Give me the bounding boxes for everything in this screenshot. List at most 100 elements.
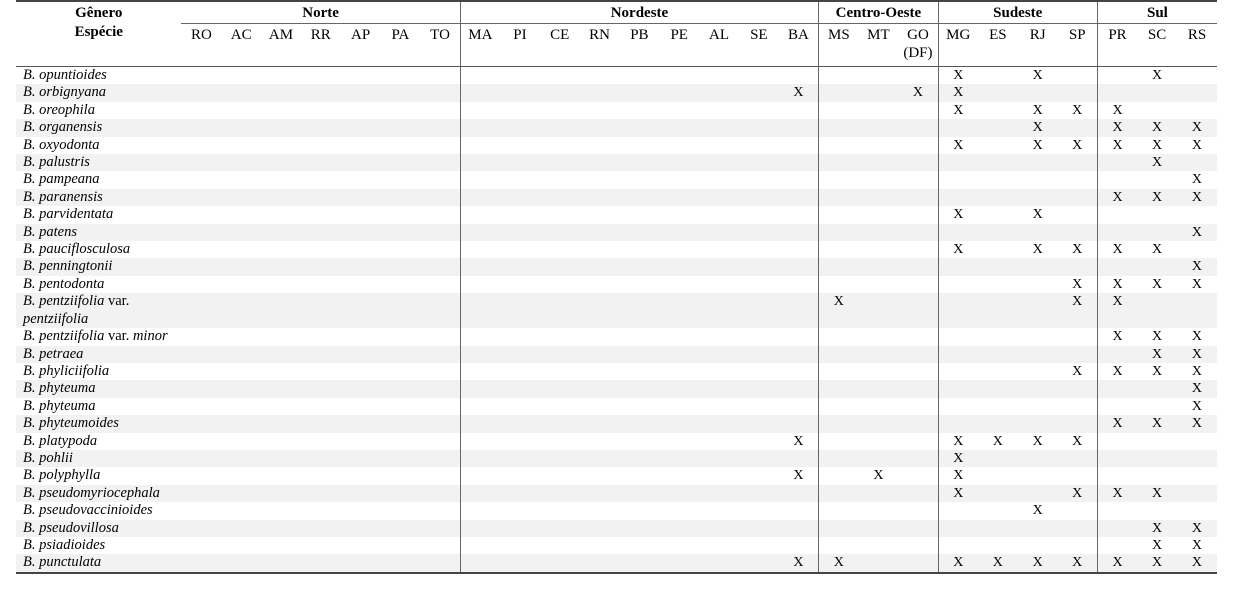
presence-cell-rs: X <box>1177 137 1217 154</box>
presence-cell-pe <box>659 484 700 503</box>
presence-cell-pi <box>500 137 540 154</box>
presence-cell-ms <box>818 432 859 450</box>
presence-cell-pr <box>1096 206 1138 224</box>
species-name-cell: B. platypoda <box>16 433 181 450</box>
presence-cell-al <box>699 241 739 258</box>
presence-cell-ma <box>459 275 501 294</box>
presence-cell-ms <box>818 101 859 120</box>
presence-mark: X <box>1032 503 1043 519</box>
species-name-cell: B. oxyodonta <box>16 137 181 154</box>
presence-cell-rs: X <box>1176 380 1217 398</box>
presence-cell-pb <box>619 519 660 537</box>
presence-cell-sp <box>1057 519 1098 537</box>
presence-cell-mt <box>858 241 898 258</box>
presence-mark: X <box>1191 224 1203 240</box>
presence-cell-sc: X <box>1137 241 1177 258</box>
presence-cell-al <box>699 84 739 102</box>
presence-cell-rj: X <box>1018 67 1058 85</box>
presence-cell-es <box>977 119 1018 137</box>
presence-cell-ro <box>181 363 221 380</box>
presence-cell-rr <box>300 484 341 503</box>
presence-cell-to <box>420 241 460 258</box>
presence-cell-mt <box>858 554 899 573</box>
presence-cell-pi <box>500 154 540 172</box>
species-genus: B. <box>23 293 36 310</box>
presence-cell-ac <box>221 171 261 188</box>
presence-cell-ap <box>341 467 381 484</box>
presence-cell-ap <box>340 449 381 468</box>
presence-mark: X <box>1072 242 1083 258</box>
presence-cell-rr <box>300 554 341 573</box>
header-state-mt: MT <box>858 23 899 67</box>
presence-cell-mg: X <box>937 449 978 468</box>
species-genus: B. <box>23 223 36 240</box>
header-state-go: GO (DF) <box>898 23 939 67</box>
presence-mark: X <box>1032 102 1043 118</box>
presence-cell-ce <box>540 241 580 258</box>
header-state-code: CE <box>550 27 570 43</box>
presence-cell-ac <box>221 449 262 468</box>
presence-cell-es <box>978 276 1018 293</box>
presence-cell-am <box>261 380 301 398</box>
species-name-cell: B. petraea <box>16 345 182 363</box>
presence-cell-se <box>739 502 779 519</box>
presence-cell-mg <box>937 519 978 537</box>
presence-mark: X <box>1191 329 1203 345</box>
presence-cell-rn <box>579 415 620 433</box>
presence-cell-mt <box>858 328 898 345</box>
presence-cell-rr <box>301 537 341 554</box>
presence-cell-ce <box>539 345 580 363</box>
presence-mark: X <box>992 433 1003 449</box>
presence-cell-rn <box>579 345 620 363</box>
distribution-table-page: Gênero Espécie Norte Nordeste Centro-Oeste… <box>0 0 1233 615</box>
species-epithet: punctulata <box>39 554 102 571</box>
species-rank-connector: var. <box>107 328 130 345</box>
presence-mark: X <box>1191 172 1203 188</box>
species-genus: B. <box>23 345 36 362</box>
presence-cell-to <box>420 188 461 207</box>
presence-cell-rs <box>1176 84 1217 102</box>
presence-cell-mt <box>858 449 899 468</box>
presence-cell-am <box>261 519 301 537</box>
presence-cell-go <box>898 484 939 503</box>
presence-cell-se <box>738 188 779 207</box>
presence-cell-ba <box>778 293 819 329</box>
header-state-row: RO AC AM RR AP PA TO MA PI CE RN PB PE AL SE BA MS MT GO (D… <box>16 23 1217 67</box>
presence-cell-mg <box>937 154 978 172</box>
presence-cell-se <box>739 102 779 119</box>
presence-cell-pr: X <box>1096 275 1138 294</box>
presence-cell-ce <box>540 276 580 293</box>
presence-cell-ce <box>540 102 580 119</box>
presence-mark: X <box>1191 120 1203 136</box>
presence-cell-al <box>699 67 739 85</box>
presence-cell-rn <box>579 380 620 398</box>
presence-cell-go <box>898 206 938 223</box>
table-row: B. pentodonta X X X X <box>16 275 1217 294</box>
presence-mark: X <box>953 555 964 571</box>
header-state-code: AL <box>709 27 730 43</box>
presence-cell-pi <box>500 119 540 137</box>
presence-cell-es <box>977 484 1018 503</box>
presence-cell-pr <box>1096 449 1138 468</box>
presence-cell-pr: X <box>1096 241 1138 259</box>
presence-cell-ma <box>459 223 501 242</box>
presence-cell-al <box>699 276 739 293</box>
presence-cell-ma <box>459 206 501 224</box>
species-genus: B. <box>23 415 36 432</box>
presence-cell-go <box>898 102 938 119</box>
presence-cell-ac <box>221 345 262 363</box>
species-variety: minor <box>132 328 168 345</box>
presence-cell-go <box>898 276 938 293</box>
header-state-ms: MS <box>818 23 859 67</box>
presence-cell-rn <box>580 102 620 119</box>
species-epithet: parvidentata <box>39 206 114 223</box>
presence-cell-ce <box>539 223 580 242</box>
presence-cell-pr: X <box>1096 136 1138 155</box>
presence-cell-se <box>739 171 779 188</box>
presence-cell-sc <box>1137 223 1177 242</box>
presence-cell-sp <box>1057 415 1098 433</box>
presence-cell-to <box>420 380 461 398</box>
presence-cell-pa <box>380 449 421 468</box>
header-corner-species: Espécie <box>74 24 123 41</box>
presence-cell-pa <box>381 502 421 519</box>
